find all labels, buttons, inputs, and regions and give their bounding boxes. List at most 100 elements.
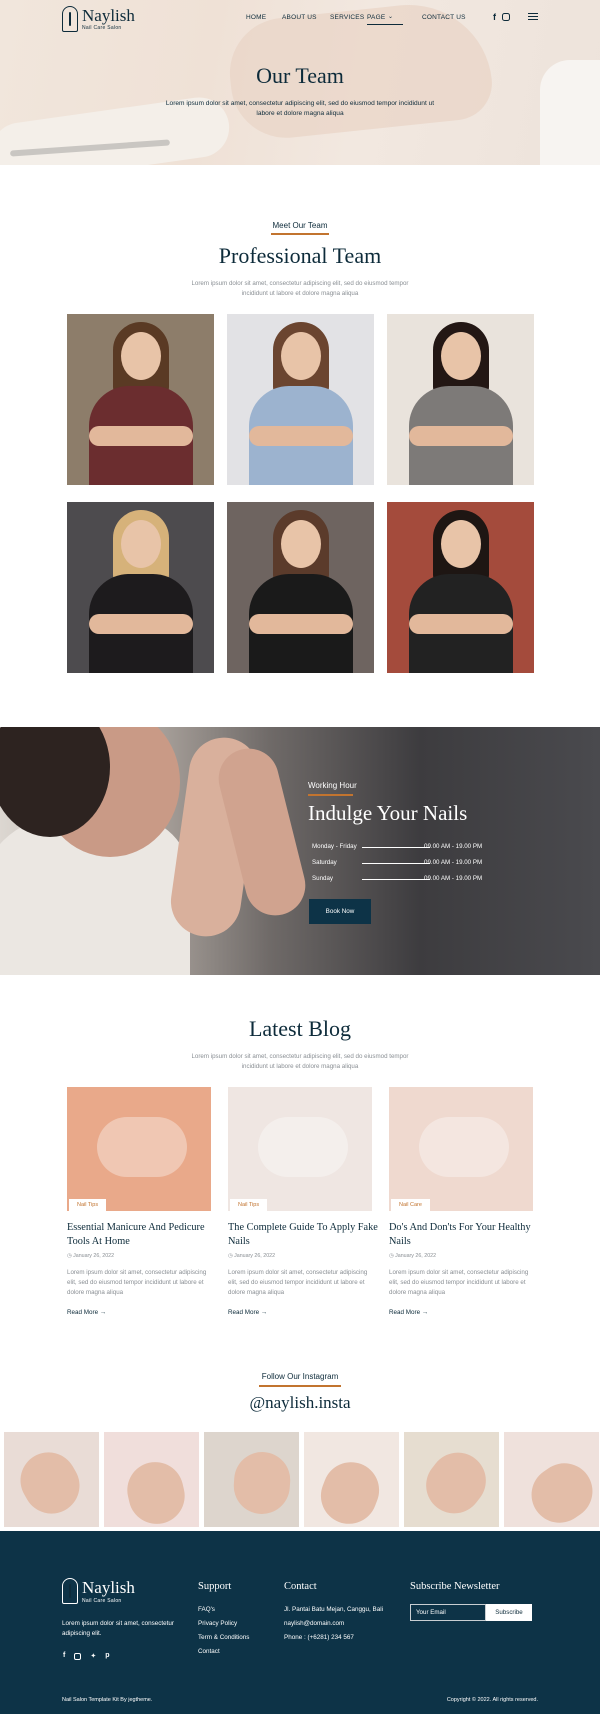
team-member-card[interactable] xyxy=(227,502,374,673)
team-member-card[interactable] xyxy=(387,314,534,485)
menu-item-page[interactable]: PAGE ⌄ xyxy=(367,14,404,25)
blog-date-text: January 26, 2022 xyxy=(73,1253,115,1259)
footer-logo[interactable]: Naylish Nail Care Salon xyxy=(62,1578,135,1604)
hours-day: Sunday xyxy=(312,875,333,882)
instagram-icon[interactable] xyxy=(502,13,510,21)
instagram-tile[interactable] xyxy=(504,1432,599,1527)
blog-title: Latest Blog xyxy=(248,1016,352,1041)
blog-subtitle: Lorem ipsum dolor sit amet, consectetur … xyxy=(191,1053,409,1070)
pinterest-icon[interactable]: p xyxy=(105,1652,109,1660)
footer-link-privacy[interactable]: Privacy Policy xyxy=(198,1620,237,1627)
blog-tag[interactable]: Nail Tips xyxy=(230,1199,268,1211)
hours-divider xyxy=(362,847,430,848)
working-hour-underline xyxy=(308,794,353,796)
blog-date-text: January 26, 2022 xyxy=(395,1253,437,1259)
footer-support-title: Support xyxy=(198,1581,232,1592)
footer-copyright: Copyright © 2022. All rights reserved. xyxy=(446,1697,538,1703)
working-hour-eyebrow: Working Hour xyxy=(308,781,357,790)
blog-excerpt: Lorem ipsum dolor sit amet, consectetur … xyxy=(389,1269,529,1296)
blog-image[interactable] xyxy=(228,1087,372,1211)
blog-image-detail xyxy=(97,1117,187,1177)
arrow-right-icon: → xyxy=(99,1309,107,1316)
hours-time: 09.00 AM - 19.00 PM xyxy=(424,859,483,866)
facebook-icon[interactable]: f xyxy=(63,1652,65,1660)
blog-image[interactable] xyxy=(67,1087,211,1211)
blog-date: ◷ January 26, 2022 xyxy=(67,1253,114,1259)
instagram-tile[interactable] xyxy=(104,1432,199,1527)
blog-excerpt: Lorem ipsum dolor sit amet, consectetur … xyxy=(228,1269,368,1296)
blog-post-title[interactable]: Do's And Don'ts For Your Healthy Nails xyxy=(389,1221,539,1249)
footer-phone: Phone : (+6281) 234 567 xyxy=(284,1634,354,1641)
instagram-tile[interactable] xyxy=(304,1432,399,1527)
footer-contact-title: Contact xyxy=(284,1581,317,1592)
team-member-card[interactable] xyxy=(387,502,534,673)
blog-tag[interactable]: Nail Tips xyxy=(69,1199,107,1211)
menu-item-about[interactable]: ABOUT US xyxy=(282,14,317,21)
member-arms xyxy=(409,426,513,446)
menu-item-services[interactable]: SERVICES xyxy=(330,14,364,21)
team-member-card[interactable] xyxy=(67,502,214,673)
footer-logo-mark-icon xyxy=(62,1578,78,1604)
member-arms xyxy=(249,614,353,634)
instagram-icon[interactable] xyxy=(74,1653,82,1660)
hours-time: 09.00 AM - 19.00 PM xyxy=(424,875,483,882)
footer-link-faq[interactable]: FAQ's xyxy=(198,1606,215,1613)
hamburger-menu-icon[interactable] xyxy=(528,13,538,22)
instagram-tile[interactable] xyxy=(4,1432,99,1527)
read-more-link[interactable]: Read More → xyxy=(228,1309,267,1316)
logo[interactable]: Naylish Nail Care Salon xyxy=(62,6,135,32)
hours-day: Monday - Friday xyxy=(312,843,357,850)
logo-name: Naylish xyxy=(82,6,135,25)
footer-address: Jl. Pantai Batu Mejan, Canggu, Bali xyxy=(284,1606,384,1613)
team-eyebrow-underline xyxy=(271,233,329,235)
instagram-eyebrow-underline xyxy=(259,1385,341,1387)
footer-social: f ✦ p xyxy=(63,1652,110,1660)
menu-item-home[interactable]: HOME xyxy=(246,14,266,21)
member-face xyxy=(281,520,321,568)
footer-link-terms[interactable]: Term & Conditions xyxy=(198,1634,249,1641)
instagram-handle[interactable]: @naylish.insta xyxy=(0,1393,600,1413)
blog-post-title[interactable]: Essential Manicure And Pedicure Tools At… xyxy=(67,1221,217,1249)
hours-divider xyxy=(362,879,430,880)
blog-date-text: January 26, 2022 xyxy=(234,1253,276,1259)
team-subtitle: Lorem ipsum dolor sit amet, consectetur … xyxy=(191,280,409,297)
book-now-button[interactable]: Book Now xyxy=(309,899,371,924)
logo-tagline: Nail Care Salon xyxy=(82,25,122,31)
arrow-right-icon: → xyxy=(421,1309,429,1316)
footer-link-contact[interactable]: Contact xyxy=(198,1648,220,1655)
footer-logo-name: Naylish xyxy=(82,1578,135,1597)
arrow-right-icon: → xyxy=(260,1309,268,1316)
twitter-icon[interactable]: ✦ xyxy=(90,1652,96,1660)
member-face xyxy=(441,332,481,380)
chevron-down-icon: ⌄ xyxy=(388,14,394,20)
hours-divider xyxy=(362,863,430,864)
read-more-link[interactable]: Read More → xyxy=(389,1309,428,1316)
menu-item-contact[interactable]: CONTACT US xyxy=(422,14,466,21)
tile-hand xyxy=(231,1450,293,1516)
subscribe-button[interactable]: Subscribe xyxy=(486,1604,532,1621)
blog-date: ◷ January 26, 2022 xyxy=(228,1253,275,1259)
read-more-label: Read More xyxy=(67,1309,99,1316)
footer-email[interactable]: naylish@domain.com xyxy=(284,1620,344,1627)
team-member-card[interactable] xyxy=(227,314,374,485)
footer-credit: Nail Salon Template Kit By jegtheme. xyxy=(62,1697,153,1703)
instagram-tile[interactable] xyxy=(404,1432,499,1527)
facebook-icon[interactable]: f xyxy=(493,12,496,22)
blog-date: ◷ January 26, 2022 xyxy=(389,1253,436,1259)
logo-mark-icon xyxy=(62,6,78,32)
read-more-link[interactable]: Read More → xyxy=(67,1309,106,1316)
footer-logo-tagline: Nail Care Salon xyxy=(82,1598,122,1604)
member-face xyxy=(121,332,161,380)
navbar: Naylish Nail Care Salon HOME ABOUT US SE… xyxy=(0,0,600,40)
member-face xyxy=(441,520,481,568)
team-member-card[interactable] xyxy=(67,314,214,485)
instagram-tile[interactable] xyxy=(204,1432,299,1527)
blog-image-detail xyxy=(419,1117,509,1177)
blog-tag[interactable]: Nail Care xyxy=(391,1199,430,1211)
newsletter-email-input[interactable]: Your Email xyxy=(410,1604,486,1621)
blog-image[interactable] xyxy=(389,1087,533,1211)
hours-time: 09.00 AM - 19.00 PM xyxy=(424,843,483,850)
tile-hand xyxy=(121,1456,191,1527)
blog-post-title[interactable]: The Complete Guide To Apply Fake Nails xyxy=(228,1221,378,1249)
hero-subtitle: Lorem ipsum dolor sit amet, consectetur … xyxy=(165,100,435,117)
